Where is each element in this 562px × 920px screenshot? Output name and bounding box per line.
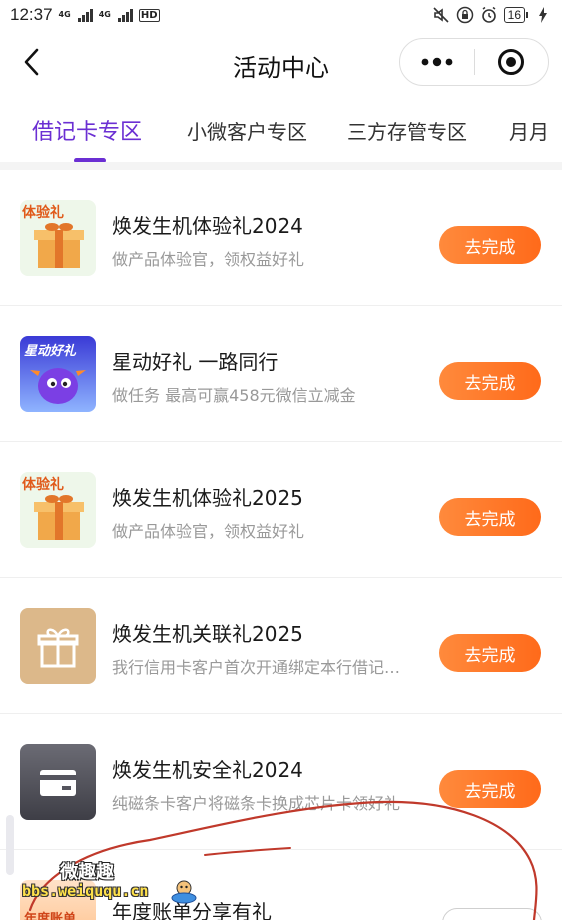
task-title: 年度账单分享有礼 xyxy=(112,900,272,920)
chevron-left-icon xyxy=(24,48,39,76)
mute-icon xyxy=(432,6,450,24)
charging-icon xyxy=(534,6,552,24)
tab-monthly[interactable]: 月月 xyxy=(509,116,549,145)
lock-icon xyxy=(456,6,474,24)
section-divider xyxy=(0,162,562,170)
partial-action-button[interactable] xyxy=(442,908,542,920)
complete-button[interactable]: 去完成 xyxy=(439,498,541,536)
task-description: 做产品体验官，领权益好礼 xyxy=(112,250,305,269)
signal-icon xyxy=(77,8,93,22)
gift-box-icon: 体验礼 xyxy=(20,200,96,276)
signal-icon-2 xyxy=(117,8,133,22)
task-title: 焕发生机体验礼2025 xyxy=(112,486,303,510)
back-button[interactable] xyxy=(16,46,48,78)
task-description: 纯磁条卡客户将磁条卡换成芯片卡领好礼 xyxy=(112,794,401,813)
list-item: 星动好礼 星动好礼 一路同行 做任务 最高可赢458元微信立减金 去完成 xyxy=(0,306,562,442)
tab-third-party-custody[interactable]: 三方存管专区 xyxy=(347,116,467,145)
thumb-label: 年度账单 xyxy=(24,912,77,920)
list-item: 体验礼 焕发生机体验礼2024 做产品体验官，领权益好礼 去完成 xyxy=(0,170,562,306)
task-list: 体验礼 焕发生机体验礼2024 做产品体验官，领权益好礼 去完成 星动好礼 星动… xyxy=(0,170,562,850)
list-item: 体验礼 焕发生机体验礼2025 做产品体验官，领权益好礼 去完成 xyxy=(0,442,562,578)
more-dots-icon xyxy=(421,57,453,67)
list-item: 焕发生机安全礼2024 纯磁条卡客户将磁条卡换成芯片卡领好礼 去完成 xyxy=(0,714,562,850)
complete-button[interactable]: 去完成 xyxy=(439,362,541,400)
task-description: 做产品体验官，领权益好礼 xyxy=(112,522,305,541)
alarm-icon xyxy=(480,6,498,24)
tab-debit-card[interactable]: 借记卡专区 xyxy=(32,114,142,146)
status-time: 12:37 xyxy=(10,5,53,24)
annual-bill-thumbnail: 年度账单 xyxy=(20,880,96,920)
battery-icon: 16 xyxy=(503,7,528,23)
status-bar: 12:37 4G 4G HD 16 xyxy=(0,0,562,30)
list-item: 焕发生机关联礼2025 我行信用卡客户首次开通绑定本行借记卡自动还款 去完成 xyxy=(0,578,562,714)
star-mascot-icon: 星动好礼 xyxy=(20,336,96,412)
more-button[interactable] xyxy=(400,39,474,85)
gift-box-icon: 体验礼 xyxy=(20,472,96,548)
task-description: 做任务 最高可赢458元微信立减金 xyxy=(112,386,356,405)
complete-button[interactable]: 去完成 xyxy=(439,770,541,808)
thumb-label: 体验礼 xyxy=(22,205,64,221)
close-button[interactable] xyxy=(475,39,549,85)
task-description: 我行信用卡客户首次开通绑定本行借记卡自动还款 xyxy=(112,658,404,677)
mini-program-capsule xyxy=(399,38,549,86)
complete-button[interactable]: 去完成 xyxy=(439,226,541,264)
hd-badge: HD xyxy=(138,8,160,22)
complete-button[interactable]: 去完成 xyxy=(439,634,541,672)
list-item-partial: 年度账单 年度账单分享有礼 xyxy=(0,850,562,920)
network-type-2: 4G xyxy=(98,10,111,19)
nav-bar: 活动中心 xyxy=(0,30,562,96)
task-title: 焕发生机安全礼2024 xyxy=(112,758,303,782)
task-title: 焕发生机关联礼2025 xyxy=(112,622,303,646)
gift-icon xyxy=(20,608,96,684)
status-left: 12:37 4G 4G HD xyxy=(10,5,160,25)
thumb-label: 星动好礼 xyxy=(24,344,77,359)
network-type-1: 4G xyxy=(58,10,71,19)
edge-scroll-handle[interactable] xyxy=(6,815,14,875)
battery-level: 16 xyxy=(503,7,525,23)
category-tabs: 借记卡专区 小微客户专区 三方存管专区 月月 xyxy=(0,96,562,162)
card-icon xyxy=(20,744,96,820)
task-title: 焕发生机体验礼2024 xyxy=(112,214,303,238)
status-right: 16 xyxy=(432,6,552,24)
target-close-icon xyxy=(498,49,525,75)
tab-small-business[interactable]: 小微客户专区 xyxy=(187,116,307,145)
task-title: 星动好礼 一路同行 xyxy=(112,350,279,374)
thumb-label: 体验礼 xyxy=(22,477,64,493)
